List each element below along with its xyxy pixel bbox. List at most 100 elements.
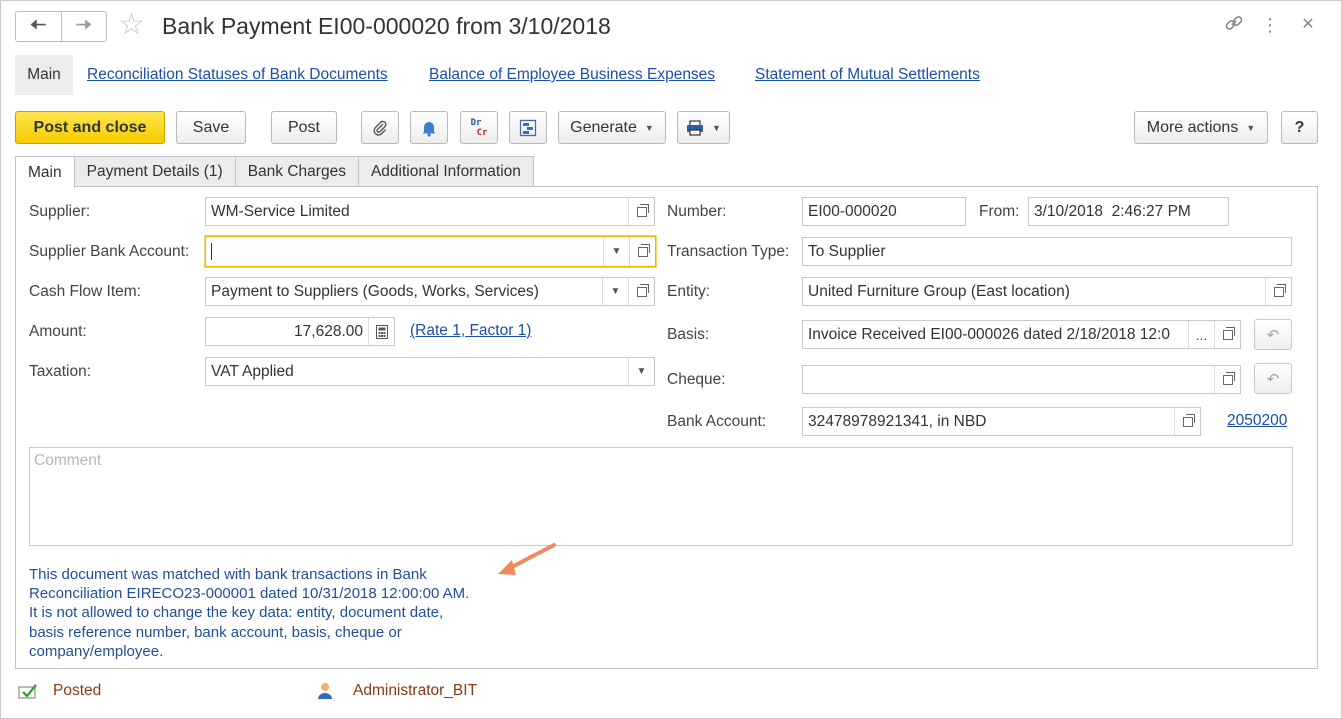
- caret-down-icon: ▼: [610, 286, 621, 297]
- dr-label: Dr: [470, 117, 482, 128]
- caret-down-icon: ▼: [712, 122, 721, 133]
- open-button[interactable]: [1214, 321, 1240, 348]
- transaction-type-field[interactable]: To Supplier: [802, 237, 1292, 266]
- text-cursor: [211, 243, 212, 260]
- number-label: Number:: [667, 203, 727, 220]
- user-avatar-icon: [317, 682, 333, 705]
- open-icon: [636, 283, 649, 297]
- structure-button[interactable]: [509, 111, 547, 144]
- rate-factor-link[interactable]: (Rate 1, Factor 1): [410, 322, 531, 340]
- generate-dropdown[interactable]: Generate ▼: [558, 111, 666, 144]
- tab-additional-information[interactable]: Additional Information: [357, 156, 534, 187]
- taxation-value: VAT Applied: [211, 362, 294, 380]
- link-employee-expenses[interactable]: Balance of Employee Business Expenses: [429, 66, 715, 84]
- forward-button[interactable]: 🠢: [60, 12, 107, 41]
- open-button[interactable]: [1265, 278, 1291, 305]
- tab-bank-charges[interactable]: Bank Charges: [234, 156, 359, 187]
- open-button[interactable]: [628, 278, 654, 305]
- open-icon: [1182, 413, 1195, 427]
- fill-from-icon: ↶: [1266, 326, 1280, 344]
- attach-button[interactable]: [361, 111, 399, 144]
- more-actions-dropdown[interactable]: More actions ▼: [1134, 111, 1268, 144]
- hierarchy-icon: [519, 119, 537, 136]
- paperclip-icon: [373, 120, 387, 136]
- bank-account-label: Bank Account:: [667, 413, 767, 430]
- cash-flow-item-label: Cash Flow Item:: [29, 283, 141, 300]
- open-button[interactable]: [1214, 366, 1240, 393]
- entity-field[interactable]: United Furniture Group (East location): [802, 277, 1292, 306]
- tab-main[interactable]: Main: [15, 156, 75, 188]
- taxation-label: Taxation:: [29, 363, 92, 380]
- caret-down-icon: ▼: [611, 246, 622, 257]
- posted-check-icon: [18, 683, 38, 704]
- basis-fill-button[interactable]: ↶: [1254, 319, 1292, 350]
- tab-payment-details[interactable]: Payment Details (1): [73, 156, 236, 187]
- arrow-right-icon: 🠢: [75, 14, 92, 36]
- open-icon: [1222, 326, 1235, 340]
- posted-status: Posted: [53, 682, 102, 699]
- save-button[interactable]: Save: [176, 111, 246, 144]
- info-line: It is not allowed to change the key data…: [29, 604, 444, 622]
- chain-link-icon[interactable]: [1223, 13, 1245, 39]
- taxation-field[interactable]: VAT Applied ▼: [205, 357, 655, 386]
- from-date-value: 3/10/2018 2:46:27 PM: [1034, 202, 1191, 220]
- amount-label: Amount:: [29, 323, 87, 340]
- vertical-dots-icon[interactable]: ⋮: [1259, 13, 1281, 37]
- link-mutual-settlements[interactable]: Statement of Mutual Settlements: [755, 66, 980, 84]
- info-line: basis reference number, bank account, ba…: [29, 623, 402, 641]
- page-title: Bank Payment EI00-000020 from 3/10/2018: [162, 13, 611, 39]
- dropdown-button[interactable]: ▼: [602, 278, 628, 305]
- more-actions-label: More actions: [1146, 118, 1239, 136]
- open-button[interactable]: [1174, 408, 1200, 435]
- favorite-star-icon[interactable]: ☆: [118, 10, 145, 40]
- cheque-value: [803, 366, 1214, 393]
- from-label: From:: [979, 203, 1020, 220]
- number-field[interactable]: EI00-000020: [802, 197, 966, 226]
- calculator-icon: [375, 324, 388, 339]
- comment-textarea[interactable]: Comment: [29, 447, 1293, 546]
- basis-field[interactable]: Invoice Received EI00-000026 dated 2/18/…: [802, 320, 1241, 349]
- annotation-arrow-icon: [498, 543, 556, 575]
- bank-account-field[interactable]: 32478978921341, in NBD: [802, 407, 1201, 436]
- supplier-bank-account-label: Supplier Bank Account:: [29, 243, 190, 260]
- info-line: Reconciliation EIRECO23-000001 dated 10/…: [29, 585, 470, 603]
- cheque-fill-button[interactable]: ↶: [1254, 363, 1292, 394]
- form-tabs: Main Payment Details (1) Bank Charges Ad…: [15, 156, 534, 188]
- generate-label: Generate: [570, 118, 637, 136]
- close-icon[interactable]: ✕: [1297, 13, 1319, 37]
- open-button[interactable]: [628, 198, 654, 225]
- reminder-button[interactable]: [410, 111, 448, 144]
- amount-field[interactable]: 17,628.00: [205, 317, 395, 346]
- transaction-type-value: To Supplier: [808, 242, 886, 260]
- select-button[interactable]: ...: [1188, 321, 1214, 348]
- supplier-bank-account-field[interactable]: ▼: [205, 236, 656, 267]
- dr-cr-button[interactable]: Dr Cr: [460, 111, 498, 144]
- from-date-field[interactable]: 3/10/2018 2:46:27 PM: [1028, 197, 1229, 226]
- print-dropdown[interactable]: ▼: [677, 111, 730, 144]
- number-value: EI00-000020: [808, 202, 897, 220]
- basis-value: Invoice Received EI00-000026 dated 2/18/…: [808, 325, 1170, 343]
- transaction-type-label: Transaction Type:: [667, 243, 790, 260]
- supplier-bank-account-value[interactable]: [206, 237, 603, 266]
- cash-flow-item-field[interactable]: Payment to Suppliers (Goods, Works, Serv…: [205, 277, 655, 306]
- reconciliation-info-message: This document was matched with bank tran…: [29, 565, 529, 661]
- calculator-button[interactable]: [368, 318, 394, 345]
- back-button[interactable]: 🠠: [16, 12, 61, 41]
- open-button[interactable]: [629, 237, 655, 266]
- dropdown-button[interactable]: ▼: [603, 237, 629, 266]
- help-button[interactable]: ?: [1281, 111, 1318, 144]
- caret-down-icon: ▼: [1246, 122, 1256, 133]
- printer-icon: [687, 119, 704, 136]
- arrow-left-icon: 🠠: [30, 14, 47, 36]
- bank-account-value: 32478978921341, in NBD: [808, 412, 987, 430]
- dropdown-button[interactable]: ▼: [628, 358, 654, 385]
- section-main[interactable]: Main: [15, 55, 73, 95]
- supplier-field[interactable]: WM-Service Limited: [205, 197, 655, 226]
- cheque-label: Cheque:: [667, 371, 726, 388]
- cheque-field[interactable]: [802, 365, 1241, 394]
- post-and-close-button[interactable]: Post and close: [15, 111, 165, 144]
- post-button[interactable]: Post: [271, 111, 337, 144]
- bank-code-link[interactable]: 2050200: [1227, 412, 1287, 430]
- basis-label: Basis:: [667, 326, 710, 343]
- link-reconciliation-statuses[interactable]: Reconciliation Statuses of Bank Document…: [87, 66, 388, 84]
